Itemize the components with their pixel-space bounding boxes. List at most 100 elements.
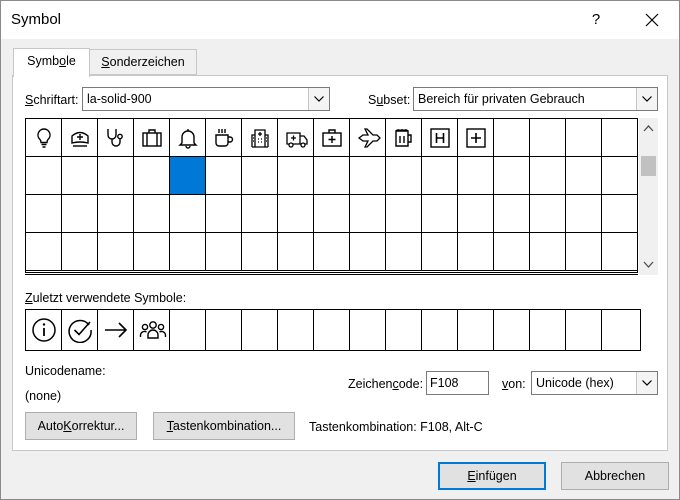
symbol-cell[interactable]	[62, 195, 98, 233]
recent-cell[interactable]	[62, 310, 98, 350]
recent-cell[interactable]	[530, 310, 566, 350]
symbol-cell[interactable]	[62, 119, 98, 157]
symbol-cell[interactable]	[386, 233, 422, 271]
symbol-cell[interactable]	[422, 195, 458, 233]
recent-cell[interactable]	[170, 310, 206, 350]
symbol-cell[interactable]	[422, 119, 458, 157]
symbol-cell[interactable]	[98, 195, 134, 233]
symbol-cell[interactable]	[98, 119, 134, 157]
symbol-cell[interactable]	[26, 233, 62, 271]
symbol-cell[interactable]	[350, 157, 386, 195]
symbol-cell[interactable]	[602, 119, 638, 157]
subset-dropdown-button[interactable]	[636, 88, 657, 110]
symbol-cell[interactable]	[314, 119, 350, 157]
recent-cell[interactable]	[242, 310, 278, 350]
symbol-cell[interactable]	[242, 119, 278, 157]
symbol-cell[interactable]	[494, 157, 530, 195]
symbol-cell[interactable]	[350, 195, 386, 233]
symbol-cell[interactable]	[602, 195, 638, 233]
recent-cell[interactable]	[278, 310, 314, 350]
symbol-cell[interactable]	[134, 119, 170, 157]
font-select[interactable]: la-solid-900	[82, 87, 330, 111]
recent-cell[interactable]	[314, 310, 350, 350]
symbol-cell[interactable]	[26, 119, 62, 157]
symbol-grid[interactable]	[25, 118, 638, 272]
recent-cell[interactable]	[206, 310, 242, 350]
symbol-cell[interactable]	[566, 157, 602, 195]
symbol-cell[interactable]	[278, 157, 314, 195]
symbol-cell[interactable]	[314, 233, 350, 271]
recent-cell[interactable]	[602, 310, 640, 350]
symbol-cell[interactable]	[206, 195, 242, 233]
symbol-cell[interactable]	[314, 195, 350, 233]
from-select[interactable]: Unicode (hex)	[531, 371, 658, 395]
symbol-cell[interactable]	[530, 195, 566, 233]
symbol-cell[interactable]	[530, 119, 566, 157]
font-dropdown-button[interactable]	[308, 88, 329, 110]
symbol-cell[interactable]	[62, 157, 98, 195]
symbol-cell[interactable]	[602, 233, 638, 271]
symbol-cell[interactable]	[350, 233, 386, 271]
scroll-down-icon[interactable]	[643, 259, 654, 270]
symbol-cell[interactable]	[602, 157, 638, 195]
symbol-cell[interactable]	[134, 233, 170, 271]
symbol-cell[interactable]	[134, 157, 170, 195]
symbol-cell[interactable]	[98, 233, 134, 271]
recent-cell[interactable]	[566, 310, 602, 350]
symbol-cell[interactable]	[530, 233, 566, 271]
symbol-cell[interactable]	[242, 195, 278, 233]
recent-cell[interactable]	[134, 310, 170, 350]
symbol-cell[interactable]	[422, 233, 458, 271]
recent-symbols[interactable]	[25, 309, 641, 351]
symbol-cell[interactable]	[386, 195, 422, 233]
symbol-cell[interactable]	[386, 119, 422, 157]
symbol-cell[interactable]	[458, 119, 494, 157]
symbol-cell[interactable]	[530, 157, 566, 195]
symbol-cell[interactable]	[134, 195, 170, 233]
symbol-cell[interactable]	[170, 195, 206, 233]
shortcut-key-button[interactable]: Tastenkombination...	[153, 412, 295, 440]
symbol-cell[interactable]	[170, 119, 206, 157]
symbol-cell[interactable]	[566, 195, 602, 233]
symbol-cell[interactable]	[458, 195, 494, 233]
symbol-grid-scrollbar[interactable]	[639, 118, 658, 275]
recent-cell[interactable]	[98, 310, 134, 350]
recent-cell[interactable]	[350, 310, 386, 350]
symbol-cell[interactable]	[458, 233, 494, 271]
symbol-cell[interactable]	[494, 195, 530, 233]
symbol-cell[interactable]	[278, 119, 314, 157]
symbol-cell[interactable]	[566, 119, 602, 157]
symbol-cell[interactable]	[494, 119, 530, 157]
tab-sonderzeichen[interactable]: Sonderzeichen	[89, 49, 197, 75]
help-button[interactable]: ?	[581, 1, 611, 39]
recent-cell[interactable]	[422, 310, 458, 350]
recent-cell[interactable]	[26, 310, 62, 350]
symbol-cell[interactable]	[26, 195, 62, 233]
symbol-cell[interactable]	[278, 233, 314, 271]
symbol-cell[interactable]	[350, 119, 386, 157]
char-code-input[interactable]: F108	[426, 371, 489, 395]
symbol-cell[interactable]	[422, 157, 458, 195]
symbol-cell[interactable]	[62, 233, 98, 271]
recent-cell[interactable]	[386, 310, 422, 350]
symbol-cell-selected[interactable]	[170, 157, 206, 195]
symbol-cell[interactable]	[170, 233, 206, 271]
from-dropdown-button[interactable]	[636, 372, 657, 394]
symbol-cell[interactable]	[458, 157, 494, 195]
symbol-cell[interactable]	[98, 157, 134, 195]
recent-cell[interactable]	[458, 310, 494, 350]
symbol-cell[interactable]	[206, 119, 242, 157]
symbol-cell[interactable]	[242, 157, 278, 195]
autocorrect-button[interactable]: AutoKorrektur...	[25, 412, 137, 440]
subset-select[interactable]: Bereich für privaten Gebrauch	[413, 87, 658, 111]
recent-cell[interactable]	[494, 310, 530, 350]
cancel-button[interactable]: Abbrechen	[561, 462, 669, 490]
symbol-cell[interactable]	[314, 157, 350, 195]
close-button[interactable]	[633, 1, 671, 39]
scroll-up-icon[interactable]	[643, 123, 654, 134]
symbol-cell[interactable]	[278, 195, 314, 233]
tab-symbole[interactable]: Symbole	[13, 48, 90, 77]
symbol-cell[interactable]	[386, 157, 422, 195]
insert-button[interactable]: Einfügen	[438, 462, 546, 490]
symbol-cell[interactable]	[206, 233, 242, 271]
